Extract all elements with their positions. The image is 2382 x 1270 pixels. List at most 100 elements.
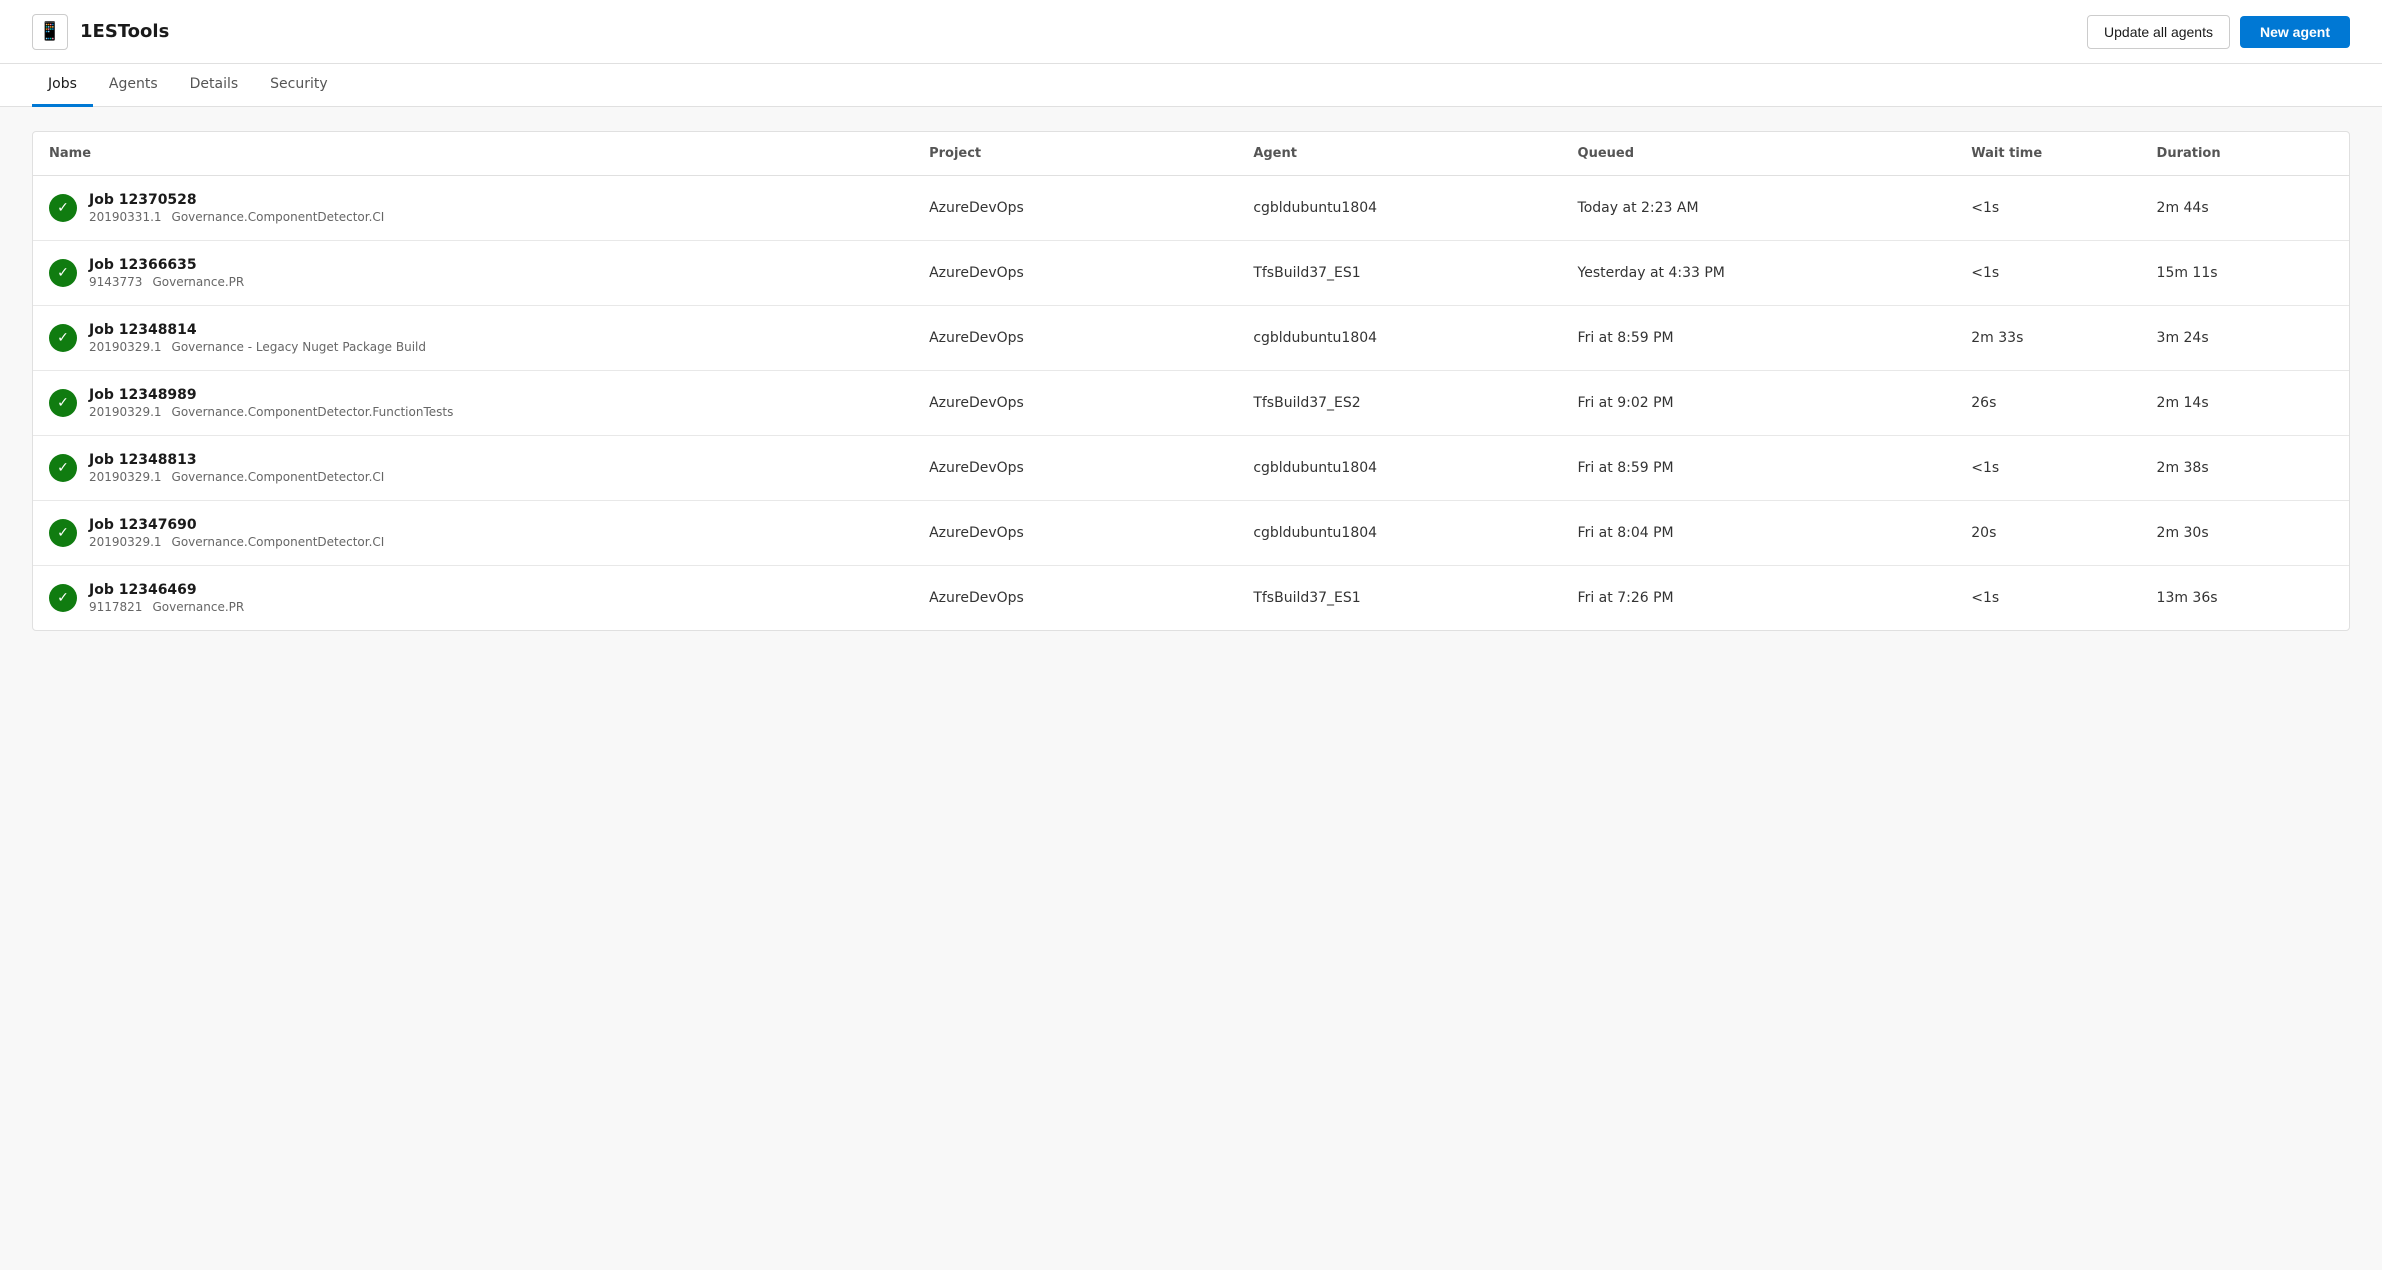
job-title: Job 12366635 <box>89 257 244 273</box>
table-row[interactable]: ✓ Job 12348814 20190329.1 Governance - L… <box>33 306 2349 371</box>
job-id: 20190329.1 <box>89 405 162 419</box>
job-title: Job 12348814 <box>89 322 426 338</box>
job-duration: 2m 14s <box>2141 371 2349 436</box>
job-queued: Fri at 8:59 PM <box>1562 306 1956 371</box>
app-title: 1ESTools <box>80 21 169 42</box>
header-actions: Update all agents New agent <box>2087 15 2350 49</box>
job-project: AzureDevOps <box>913 241 1237 306</box>
jobs-table: Name Project Agent Queued Wait time Dura… <box>33 132 2349 630</box>
job-project: AzureDevOps <box>913 176 1237 241</box>
job-id: 20190329.1 <box>89 340 162 354</box>
job-wait-time: <1s <box>1955 436 2140 501</box>
new-agent-button[interactable]: New agent <box>2240 16 2350 48</box>
job-title: Job 12347690 <box>89 517 384 533</box>
job-duration: 15m 11s <box>2141 241 2349 306</box>
table-row[interactable]: ✓ Job 12346469 9117821 Governance.PR Azu… <box>33 566 2349 631</box>
job-meta: 20190331.1 Governance.ComponentDetector.… <box>89 210 384 224</box>
job-pipeline: Governance.ComponentDetector.CI <box>172 535 385 549</box>
tab-details[interactable]: Details <box>174 64 255 107</box>
job-agent: cgbldubuntu1804 <box>1237 306 1561 371</box>
job-title: Job 12348989 <box>89 387 453 403</box>
col-header-project: Project <box>913 132 1237 176</box>
status-success-icon: ✓ <box>49 454 77 482</box>
tab-security[interactable]: Security <box>254 64 344 107</box>
job-info: Job 12347690 20190329.1 Governance.Compo… <box>89 517 384 549</box>
job-title: Job 12348813 <box>89 452 384 468</box>
jobs-table-container: Name Project Agent Queued Wait time Dura… <box>32 131 2350 631</box>
job-meta: 20190329.1 Governance.ComponentDetector.… <box>89 405 453 419</box>
job-meta: 20190329.1 Governance.ComponentDetector.… <box>89 535 384 549</box>
job-meta: 20190329.1 Governance - Legacy Nuget Pac… <box>89 340 426 354</box>
status-success-icon: ✓ <box>49 389 77 417</box>
col-header-queued: Queued <box>1562 132 1956 176</box>
status-success-icon: ✓ <box>49 259 77 287</box>
job-agent: TfsBuild37_ES2 <box>1237 371 1561 436</box>
job-row: ✓ Job 12348989 20190329.1 Governance.Com… <box>49 387 897 419</box>
job-wait-time: <1s <box>1955 176 2140 241</box>
job-project: AzureDevOps <box>913 501 1237 566</box>
job-row: ✓ Job 12346469 9117821 Governance.PR <box>49 582 897 614</box>
job-info: Job 12346469 9117821 Governance.PR <box>89 582 244 614</box>
job-meta: 20190329.1 Governance.ComponentDetector.… <box>89 470 384 484</box>
job-project: AzureDevOps <box>913 306 1237 371</box>
job-info: Job 12366635 9143773 Governance.PR <box>89 257 244 289</box>
job-id: 9117821 <box>89 600 142 614</box>
job-duration: 13m 36s <box>2141 566 2349 631</box>
header: 📱 1ESTools Update all agents New agent <box>0 0 2382 64</box>
job-pipeline: Governance.ComponentDetector.FunctionTes… <box>172 405 454 419</box>
job-pipeline: Governance.PR <box>152 600 244 614</box>
table-row[interactable]: ✓ Job 12348989 20190329.1 Governance.Com… <box>33 371 2349 436</box>
app-icon: 📱 <box>32 14 68 50</box>
job-wait-time: 26s <box>1955 371 2140 436</box>
job-pipeline: Governance.ComponentDetector.CI <box>172 470 385 484</box>
table-row[interactable]: ✓ Job 12366635 9143773 Governance.PR Azu… <box>33 241 2349 306</box>
header-left: 📱 1ESTools <box>32 14 169 50</box>
job-agent: cgbldubuntu1804 <box>1237 436 1561 501</box>
job-queued: Today at 2:23 AM <box>1562 176 1956 241</box>
status-success-icon: ✓ <box>49 324 77 352</box>
job-agent: TfsBuild37_ES1 <box>1237 566 1561 631</box>
col-header-wait-time: Wait time <box>1955 132 2140 176</box>
status-success-icon: ✓ <box>49 519 77 547</box>
job-project: AzureDevOps <box>913 436 1237 501</box>
job-row: ✓ Job 12348813 20190329.1 Governance.Com… <box>49 452 897 484</box>
job-info: Job 12348813 20190329.1 Governance.Compo… <box>89 452 384 484</box>
job-pipeline: Governance - Legacy Nuget Package Build <box>172 340 426 354</box>
col-header-duration: Duration <box>2141 132 2349 176</box>
job-title: Job 12346469 <box>89 582 244 598</box>
job-id: 9143773 <box>89 275 142 289</box>
col-header-agent: Agent <box>1237 132 1561 176</box>
job-duration: 2m 38s <box>2141 436 2349 501</box>
job-queued: Fri at 7:26 PM <box>1562 566 1956 631</box>
job-duration: 2m 44s <box>2141 176 2349 241</box>
job-row: ✓ Job 12366635 9143773 Governance.PR <box>49 257 897 289</box>
job-queued: Fri at 9:02 PM <box>1562 371 1956 436</box>
job-wait-time: <1s <box>1955 241 2140 306</box>
job-agent: TfsBuild37_ES1 <box>1237 241 1561 306</box>
job-id: 20190329.1 <box>89 535 162 549</box>
update-all-agents-button[interactable]: Update all agents <box>2087 15 2230 49</box>
job-id: 20190331.1 <box>89 210 162 224</box>
col-header-name: Name <box>33 132 913 176</box>
table-row[interactable]: ✓ Job 12348813 20190329.1 Governance.Com… <box>33 436 2349 501</box>
job-meta: 9117821 Governance.PR <box>89 600 244 614</box>
job-queued: Fri at 8:59 PM <box>1562 436 1956 501</box>
job-agent: cgbldubuntu1804 <box>1237 501 1561 566</box>
job-wait-time: <1s <box>1955 566 2140 631</box>
job-info: Job 12370528 20190331.1 Governance.Compo… <box>89 192 384 224</box>
job-queued: Fri at 8:04 PM <box>1562 501 1956 566</box>
table-row[interactable]: ✓ Job 12370528 20190331.1 Governance.Com… <box>33 176 2349 241</box>
job-wait-time: 20s <box>1955 501 2140 566</box>
main-content: Name Project Agent Queued Wait time Dura… <box>0 107 2382 655</box>
tab-jobs[interactable]: Jobs <box>32 64 93 107</box>
job-row: ✓ Job 12347690 20190329.1 Governance.Com… <box>49 517 897 549</box>
job-agent: cgbldubuntu1804 <box>1237 176 1561 241</box>
nav-tabs: Jobs Agents Details Security <box>0 64 2382 107</box>
job-row: ✓ Job 12370528 20190331.1 Governance.Com… <box>49 192 897 224</box>
table-row[interactable]: ✓ Job 12347690 20190329.1 Governance.Com… <box>33 501 2349 566</box>
job-row: ✓ Job 12348814 20190329.1 Governance - L… <box>49 322 897 354</box>
job-duration: 2m 30s <box>2141 501 2349 566</box>
tab-agents[interactable]: Agents <box>93 64 174 107</box>
job-pipeline: Governance.PR <box>152 275 244 289</box>
job-info: Job 12348814 20190329.1 Governance - Leg… <box>89 322 426 354</box>
